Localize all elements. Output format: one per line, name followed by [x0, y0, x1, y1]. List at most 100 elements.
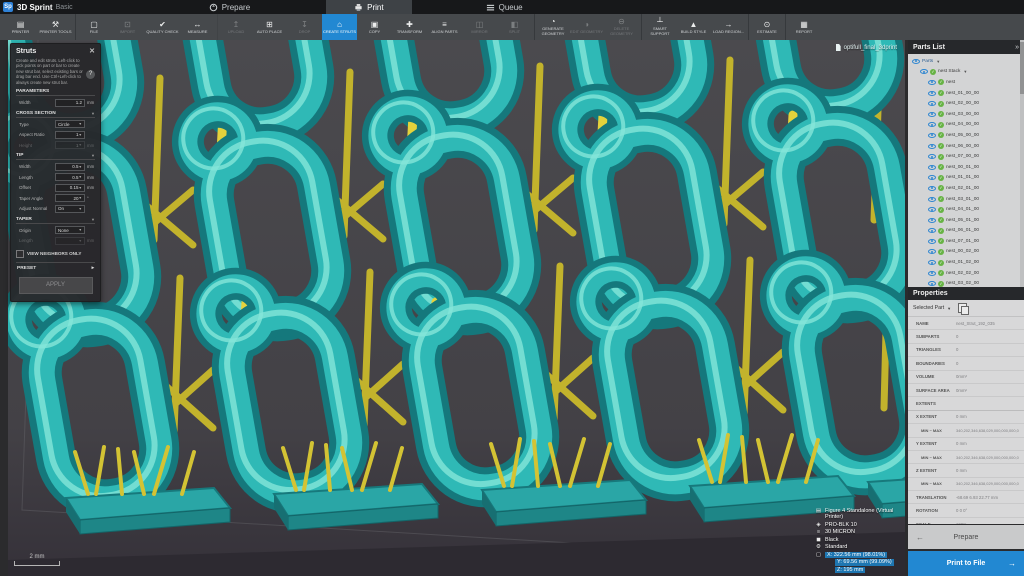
- tip-section-header[interactable]: TIP▼: [16, 153, 95, 160]
- close-icon[interactable]: ✕: [89, 47, 95, 55]
- toolbar-button[interactable]: ◧ Split: [497, 14, 532, 40]
- parts-tree-row[interactable]: ✓ nest_02_02_00 ▼: [908, 268, 1024, 279]
- parts-tree-row[interactable]: ✓ nest ▼: [908, 77, 1024, 88]
- field-input[interactable]: ▼: [55, 237, 85, 245]
- parts-tree-row[interactable]: ✓ nest Stack ▼: [908, 67, 1024, 78]
- parts-tree-row[interactable]: ✓ nest_03_01_00 ▼: [908, 194, 1024, 205]
- toolbar-button[interactable]: ⚒ Printer Tools: [38, 14, 73, 40]
- visibility-eye-icon[interactable]: [928, 197, 936, 202]
- apply-button[interactable]: APPLY: [19, 277, 93, 294]
- visibility-eye-icon[interactable]: [928, 80, 936, 85]
- toolbar-button[interactable]: ≡ Align Parts: [427, 14, 462, 40]
- parts-tree-row[interactable]: ✓ nest_05_01_00 ▼: [908, 215, 1024, 226]
- toolbar-button[interactable]: ▦ Report: [785, 14, 820, 40]
- parts-tree-row[interactable]: ✓ nest_00_02_00 ▼: [908, 247, 1024, 258]
- visibility-eye-icon[interactable]: [928, 133, 936, 138]
- tab-print[interactable]: Print: [326, 0, 411, 14]
- toolbar-button[interactable]: ┴ Smart Support: [641, 14, 676, 40]
- toolbar-button[interactable]: ⊖ Delete Geometry: [604, 14, 639, 40]
- toolbar-button[interactable]: ⊙ Estimate: [748, 14, 783, 40]
- toolbar-button[interactable]: ⊡ Import: [110, 14, 145, 40]
- visibility-eye-icon[interactable]: [928, 207, 936, 212]
- toolbar-button[interactable]: ⌂ Create Struts: [322, 14, 357, 40]
- taper-section-header[interactable]: TAPER▼: [16, 217, 95, 224]
- parts-tree-row[interactable]: ✓ nest_07_01_00 ▼: [908, 236, 1024, 247]
- field-input[interactable]: On▼: [55, 205, 85, 213]
- toolbar-button[interactable]: ◔ Generate Geometry: [534, 14, 569, 40]
- parts-tree-row[interactable]: ✓ nest_06_00_00 ▼: [908, 141, 1024, 152]
- parts-tree-row[interactable]: ✓ nest_02_00_00 ▼: [908, 98, 1024, 109]
- visibility-eye-icon[interactable]: [920, 69, 928, 74]
- visibility-eye-icon[interactable]: [928, 249, 936, 254]
- field-input[interactable]: None▼: [55, 226, 85, 234]
- parts-tree-row[interactable]: ✓ nest_03_00_00 ▼: [908, 109, 1024, 120]
- toolbar-button[interactable]: ↥ Upload: [217, 14, 252, 40]
- visibility-eye-icon[interactable]: [928, 186, 936, 191]
- selected-part-selector[interactable]: Selected Part ▼: [908, 300, 1024, 317]
- toolbar-button[interactable]: ▣ Copy: [357, 14, 392, 40]
- toolbar-button[interactable]: ✔ Quality Check: [145, 14, 180, 40]
- field-input[interactable]: 0.15▼: [55, 184, 85, 192]
- field-input[interactable]: 1▼: [55, 141, 85, 149]
- parts-tree-row[interactable]: ✓ nest_04_01_00 ▼: [908, 204, 1024, 215]
- toolbar-button[interactable]: ▤ Printer: [3, 14, 38, 40]
- parts-tree-row[interactable]: ✓ nest_03_02_00 ▼: [908, 278, 1024, 287]
- visibility-eye-icon[interactable]: [928, 228, 936, 233]
- visibility-eye-icon[interactable]: [928, 271, 936, 276]
- parts-scrollbar[interactable]: [1020, 40, 1024, 287]
- parts-tree-row[interactable]: ✓ Parts ▼: [908, 56, 1024, 67]
- toolbar-button[interactable]: → Load Region...: [711, 14, 746, 40]
- toolbar-button[interactable]: ✚ Transform: [392, 14, 427, 40]
- view-neighbors-row[interactable]: VIEW NEIGHBORS ONLY: [16, 250, 95, 258]
- copy-icon[interactable]: [958, 303, 967, 313]
- toolbar-button[interactable]: ◫ Mirror: [462, 14, 497, 40]
- visibility-eye-icon[interactable]: [928, 281, 936, 286]
- field-input[interactable]: 0.5▼: [55, 163, 85, 171]
- field-input[interactable]: 20▼: [55, 194, 85, 202]
- parts-tree-row[interactable]: ✓ nest_05_00_00 ▼: [908, 130, 1024, 141]
- toolbar-button[interactable]: ⊞ Auto Place: [252, 14, 287, 40]
- view-neighbors-checkbox[interactable]: [16, 250, 24, 258]
- parts-tree-row[interactable]: ✓ nest_04_00_00 ▼: [908, 120, 1024, 131]
- visibility-eye-icon[interactable]: [928, 144, 936, 149]
- parts-tree-row[interactable]: ✓ nest_01_00_00 ▼: [908, 88, 1024, 99]
- toolbar-button[interactable]: ↔ Measure: [180, 14, 215, 40]
- help-icon[interactable]: ?: [86, 70, 95, 79]
- visibility-eye-icon[interactable]: [928, 154, 936, 159]
- visibility-eye-icon[interactable]: [912, 59, 920, 64]
- collapse-panel-icon[interactable]: »: [1015, 44, 1019, 51]
- visibility-eye-icon[interactable]: [928, 165, 936, 170]
- visibility-eye-icon[interactable]: [928, 122, 936, 127]
- chevron-down-icon[interactable]: ▼: [963, 69, 967, 74]
- parts-tree-row[interactable]: ✓ nest_06_01_00 ▼: [908, 226, 1024, 237]
- field-input[interactable]: 0.5▼: [55, 173, 85, 181]
- toolbar-button[interactable]: ▢ File: [75, 14, 110, 40]
- viewport[interactable]: optifull_final_3dprint ▤ Figure 4 Standa…: [8, 40, 905, 576]
- parts-tree-row[interactable]: ✓ nest_00_01_00 ▼: [908, 162, 1024, 173]
- parts-tree-row[interactable]: ✓ nest_01_01_00 ▼: [908, 173, 1024, 184]
- parts-tree-row[interactable]: ✓ nest_02_01_00 ▼: [908, 183, 1024, 194]
- preset-row[interactable]: PRESET ▸: [16, 262, 95, 273]
- tab-queue[interactable]: Queue: [458, 0, 551, 14]
- chevron-down-icon[interactable]: ▼: [936, 59, 940, 64]
- toolbar-button[interactable]: ▲ Build Style: [676, 14, 711, 40]
- cross-section-header[interactable]: CROSS SECTION▼: [16, 111, 95, 118]
- visibility-eye-icon[interactable]: [928, 218, 936, 223]
- field-input[interactable]: 1.2: [55, 99, 85, 107]
- field-input[interactable]: Circle▼: [55, 120, 85, 128]
- parts-tree-row[interactable]: ✓ nest_07_00_00 ▼: [908, 151, 1024, 162]
- toolbar-button[interactable]: ◑ Edit Geometry: [569, 14, 604, 40]
- visibility-eye-icon[interactable]: [928, 175, 936, 180]
- prepare-button[interactable]: ← Prepare: [908, 525, 1024, 549]
- tab-prepare[interactable]: Prepare: [181, 0, 278, 14]
- visibility-eye-icon[interactable]: [928, 112, 936, 117]
- visibility-eye-icon[interactable]: [928, 91, 936, 96]
- visibility-eye-icon[interactable]: [928, 260, 936, 265]
- viewport-3d-scene[interactable]: [8, 40, 905, 576]
- visibility-eye-icon[interactable]: [928, 101, 936, 106]
- toolbar-button[interactable]: ↧ Drop: [287, 14, 322, 40]
- field-input[interactable]: 1▼: [55, 131, 85, 139]
- parts-tree-row[interactable]: ✓ nest_01_02_00 ▼: [908, 257, 1024, 268]
- visibility-eye-icon[interactable]: [928, 239, 936, 244]
- print-to-file-button[interactable]: Print to File →: [908, 551, 1024, 576]
